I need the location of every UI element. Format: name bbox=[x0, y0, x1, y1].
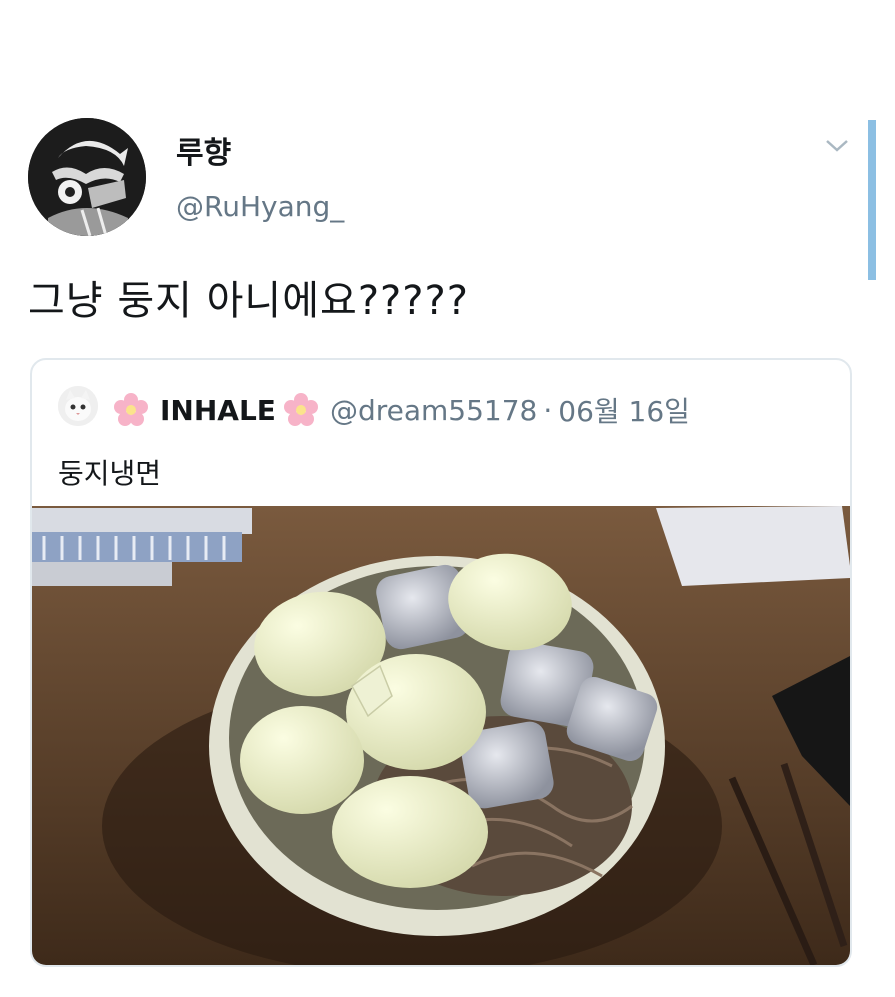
quoted-tweet-text: 둥지냉면 bbox=[58, 457, 162, 490]
author-avatar[interactable] bbox=[28, 118, 146, 236]
cherry-blossom-icon bbox=[282, 391, 320, 429]
quoted-author-handle[interactable]: @dream55178 bbox=[330, 394, 537, 427]
separator-dot: · bbox=[543, 393, 553, 427]
scrollbar[interactable] bbox=[868, 120, 876, 280]
cat-avatar bbox=[58, 386, 98, 426]
cherry-blossom-icon bbox=[112, 391, 150, 429]
tweet-text: 그냥 둥지 아니에요????? bbox=[28, 278, 469, 324]
quoted-author-name[interactable]: INHALE bbox=[160, 394, 276, 427]
author-display-name[interactable]: 루향 bbox=[176, 128, 231, 172]
cold-noodles-with-eggs-photo[interactable] bbox=[32, 506, 850, 965]
quoted-tweet-card[interactable]: INHALE @dream55178 · 06월 16일 둥지냉면 bbox=[30, 358, 852, 967]
author-handle[interactable]: @RuHyang_ bbox=[176, 190, 344, 223]
chevron-down-icon[interactable] bbox=[822, 134, 852, 158]
quoted-date[interactable]: 06월 16일 bbox=[558, 390, 690, 430]
